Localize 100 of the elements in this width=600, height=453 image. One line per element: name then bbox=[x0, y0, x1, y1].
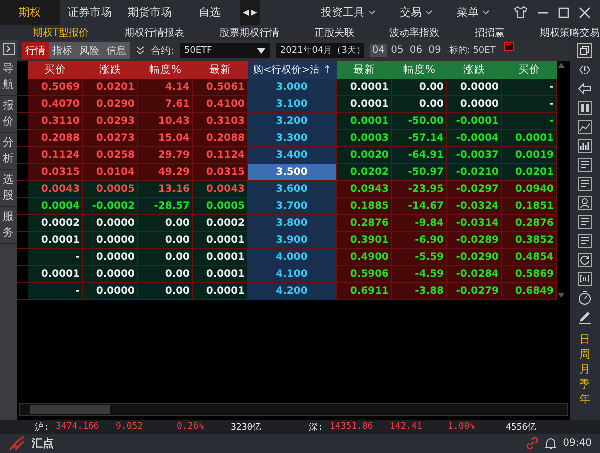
view-tab[interactable]: 行情 bbox=[22, 42, 49, 59]
bracket-icon[interactable] bbox=[577, 271, 593, 287]
month-tab[interactable]: 05 bbox=[389, 44, 406, 57]
refresh-icon[interactable] bbox=[577, 252, 593, 268]
scroll-up-icon[interactable] bbox=[558, 63, 565, 68]
period-button[interactable]: 月 bbox=[580, 362, 590, 377]
close-icon[interactable] bbox=[504, 42, 514, 51]
scroll-arrow-button[interactable]: ◀ bbox=[243, 8, 250, 17]
cell-value: 0.0019 bbox=[515, 150, 554, 160]
scroll-arrow-button[interactable]: ▶ bbox=[251, 8, 258, 17]
cell-value: 0.0000 bbox=[96, 234, 135, 246]
strike-cell[interactable]: 3.400 bbox=[248, 147, 337, 164]
sub-tab[interactable]: 期权T型报价 bbox=[33, 25, 90, 40]
column-header[interactable]: 幅度% bbox=[392, 61, 447, 79]
strike-cell[interactable]: 3.000 bbox=[248, 79, 337, 96]
menu-button[interactable]: 菜单 bbox=[457, 5, 490, 20]
sub-tab[interactable]: 波动率指数 bbox=[390, 25, 440, 40]
person-icon[interactable] bbox=[577, 195, 593, 211]
document-icon[interactable] bbox=[577, 157, 593, 173]
top-tab[interactable]: 自选 bbox=[180, 0, 240, 25]
menu-button[interactable]: 投资工具 bbox=[321, 5, 376, 20]
sub-tab[interactable]: 期权策略交易 bbox=[540, 25, 600, 40]
sub-tab[interactable]: 股票期权行情 bbox=[219, 25, 280, 40]
caret-icon[interactable] bbox=[425, 10, 433, 16]
bell-icon[interactable] bbox=[545, 437, 558, 450]
view-tab[interactable]: 风险 bbox=[76, 42, 103, 59]
document-icon[interactable] bbox=[577, 176, 593, 192]
caret-icon[interactable] bbox=[257, 48, 266, 54]
document-icon[interactable] bbox=[577, 233, 593, 249]
column-header[interactable]: 买价 bbox=[502, 61, 557, 79]
menu-button[interactable]: 交易 bbox=[400, 5, 433, 20]
cell-value: 0.0043 bbox=[206, 184, 245, 194]
month-tab[interactable]: 09 bbox=[426, 44, 444, 57]
restore-window-icon[interactable] bbox=[577, 43, 593, 59]
strike-cell[interactable]: 3.200 bbox=[248, 113, 337, 130]
index-value: 9.052 bbox=[116, 422, 144, 432]
cell-value: -0.0001 bbox=[456, 116, 499, 126]
view-tab[interactable]: 信息 bbox=[103, 42, 130, 59]
cell-value: 0.0005 bbox=[96, 184, 135, 194]
strike-cell[interactable]: 3.100 bbox=[248, 96, 337, 113]
cell-value: 0.0202 bbox=[350, 166, 389, 178]
caret-icon[interactable] bbox=[368, 10, 376, 16]
strike-cell[interactable]: 4.100 bbox=[248, 266, 337, 283]
strike-cell[interactable]: 3.300 bbox=[248, 130, 337, 147]
maximize-icon[interactable] bbox=[558, 6, 570, 18]
column-header[interactable]: 幅度% bbox=[138, 61, 193, 79]
period-button[interactable]: 季 bbox=[580, 377, 590, 392]
top-tab[interactable]: 期权 bbox=[0, 0, 60, 25]
sub-tab[interactable]: 期权行情报表 bbox=[124, 25, 184, 40]
cell-value: 0.0003 bbox=[350, 132, 389, 144]
column-header[interactable]: 最新 bbox=[193, 61, 248, 79]
cell-value: 0.0000 bbox=[96, 252, 135, 262]
caret-icon[interactable] bbox=[482, 10, 490, 16]
month-tab[interactable]: 04 bbox=[370, 44, 388, 57]
sub-tab[interactable]: 招招赢 bbox=[474, 25, 505, 40]
expand-icon[interactable] bbox=[2, 43, 14, 55]
cell-value: 0.2088 bbox=[206, 132, 245, 144]
link-icon[interactable] bbox=[526, 437, 540, 450]
cell-value: 0.0293 bbox=[96, 116, 135, 126]
cell-value: - bbox=[76, 252, 80, 262]
cell-value: 0.1124 bbox=[41, 150, 80, 160]
column-header[interactable]: 买价 bbox=[28, 61, 83, 79]
stopwatch-icon[interactable] bbox=[577, 290, 593, 306]
horizontal-scrollbar[interactable] bbox=[19, 403, 568, 416]
expiry-dropdown[interactable]: 2021年04月（3天） bbox=[276, 43, 364, 58]
view-tab[interactable]: 指标 bbox=[49, 42, 76, 59]
strike-cell[interactable]: 3.700 bbox=[248, 198, 337, 215]
strike-cell[interactable]: 3.800 bbox=[248, 215, 337, 232]
pencil-icon[interactable] bbox=[577, 309, 593, 325]
column-header[interactable]: 购<行权价>沽 ↑ bbox=[248, 61, 337, 79]
period-button[interactable]: 日 bbox=[580, 332, 590, 347]
cell-value: -57.14 bbox=[408, 132, 444, 144]
month-tab[interactable]: 06 bbox=[408, 44, 425, 57]
scroll-down-icon[interactable] bbox=[558, 293, 565, 298]
top-tab[interactable]: 期货市场 bbox=[120, 0, 180, 25]
strike-cell[interactable]: 3.600 bbox=[248, 181, 337, 198]
cell-value: 0.0001 bbox=[515, 132, 554, 144]
cell-value: -14.67 bbox=[408, 200, 444, 212]
strike-cell[interactable]: 3.500 bbox=[248, 164, 337, 181]
column-header[interactable]: 涨跌 bbox=[83, 61, 138, 79]
strike-cell[interactable]: 4.000 bbox=[248, 249, 337, 266]
columns-icon[interactable] bbox=[577, 100, 593, 116]
period-button[interactable]: 年 bbox=[580, 392, 590, 407]
scrollbar-thumb[interactable] bbox=[30, 405, 110, 414]
top-tab[interactable]: 证券市场 bbox=[60, 0, 120, 25]
line-chart-icon[interactable] bbox=[577, 119, 593, 135]
strike-cell[interactable]: 4.200 bbox=[248, 283, 337, 300]
index-value: 3474.166 bbox=[56, 422, 100, 432]
period-button[interactable]: 周 bbox=[580, 347, 590, 362]
list-icon[interactable] bbox=[577, 214, 593, 230]
column-header[interactable]: 涨跌 bbox=[447, 61, 502, 79]
sub-tab[interactable]: 正股关联 bbox=[314, 25, 355, 40]
contract-dropdown[interactable]: 50ETF bbox=[180, 43, 270, 58]
cell-value: 0.4854 bbox=[515, 252, 554, 262]
bar-chart-icon[interactable] bbox=[577, 138, 593, 154]
back-arrow-icon[interactable] bbox=[577, 81, 593, 97]
strike-cell[interactable]: 3.900 bbox=[248, 232, 337, 249]
column-header[interactable]: 最新 bbox=[337, 61, 392, 79]
double-chevron-icon[interactable] bbox=[136, 46, 145, 55]
shirt-icon[interactable] bbox=[514, 6, 528, 19]
